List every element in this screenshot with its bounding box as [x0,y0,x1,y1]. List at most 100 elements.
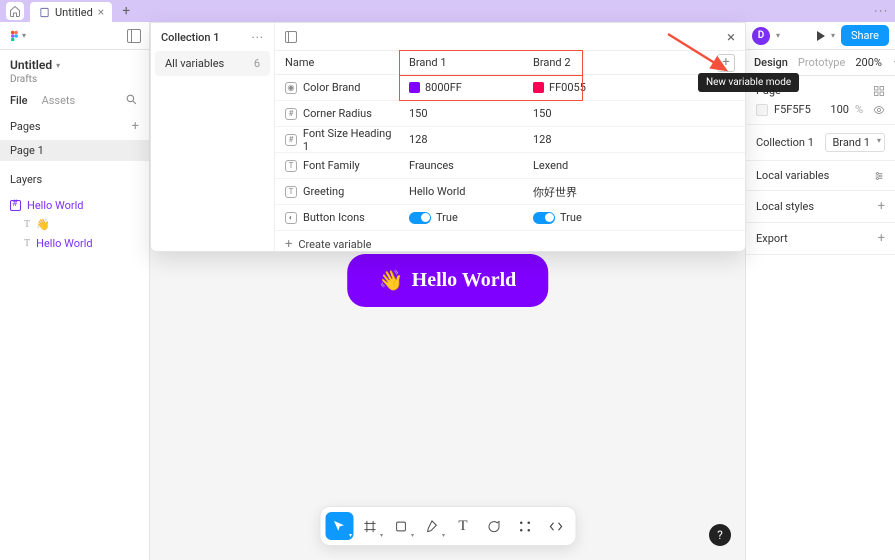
collection-name[interactable]: Collection 1 [161,31,219,44]
design-tab[interactable]: Design [754,56,788,69]
value-cell[interactable]: 128 [523,133,647,146]
value-cell[interactable]: Hello World [399,185,523,198]
value-cell[interactable]: FF0055 [523,81,647,94]
variable-row[interactable]: ◐Button IconsTrueTrue [275,205,745,231]
mode-select[interactable]: Brand 1 [825,133,885,152]
new-mode-button[interactable]: + [717,54,735,72]
variable-group[interactable]: All variables 6 [155,51,270,76]
text-tool[interactable]: T [449,512,477,540]
right-sidebar: D ▾ ▾ Share Design Prototype 200% ▾ Page… [745,22,895,560]
type-icon: # [285,134,297,146]
value-cell[interactable]: Lexend [523,159,647,172]
page-item[interactable]: Page 1 [0,140,149,161]
home-icon[interactable] [6,2,24,20]
chevron-down-icon[interactable]: ▾ [56,61,60,70]
value-text: Hello World [409,185,466,198]
move-tool[interactable]: ▾ [325,512,353,540]
hello-text: Hello World [412,269,517,292]
bottom-toolbar: ▾ ▾ ▾ ▾ T [319,506,576,546]
value-text: 128 [533,133,552,146]
layer-text[interactable]: T 👋 [0,215,149,234]
chevron-down-icon[interactable]: ▾ [831,31,835,40]
present-icon[interactable] [817,31,825,41]
bg-swatch[interactable] [756,104,768,116]
value-text: 150 [409,107,428,120]
close-tab-icon[interactable]: × [98,5,104,19]
value-cell[interactable]: 128 [399,133,523,146]
var-name: Greeting [303,185,344,198]
file-tab[interactable]: File [10,94,28,107]
zoom-level[interactable]: 200% [855,56,882,69]
title-bar: Untitled × + ··· [0,0,895,22]
boolean-toggle[interactable] [409,212,431,224]
new-tab-button[interactable]: + [122,3,130,19]
variables-panel: Collection 1 ··· All variables 6 × Name … [150,22,746,252]
value-text: 128 [409,133,428,146]
local-variables-label[interactable]: Local variables [756,169,829,182]
variable-row[interactable]: #Font Size Heading 1128128 [275,127,745,153]
color-swatch [533,82,544,93]
pages-heading[interactable]: Pages [10,120,41,133]
wave-emoji: 👋 [379,268,404,293]
styles-icon[interactable] [873,85,885,97]
layer-name: Hello World [27,199,84,212]
value-cell[interactable]: 150 [399,107,523,120]
figma-menu-icon[interactable] [8,29,22,43]
shape-tool[interactable]: ▾ [387,512,415,540]
search-icon[interactable] [125,93,139,107]
col-brand2[interactable]: Brand 2 [523,56,647,69]
visibility-icon[interactable] [873,104,885,116]
collection-menu-icon[interactable]: ··· [252,31,264,44]
sidebar-toggle-icon[interactable] [285,31,297,43]
comment-tool[interactable] [480,512,508,540]
type-icon: # [285,108,297,120]
type-icon: T [285,186,297,198]
layer-text[interactable]: T Hello World [0,234,149,253]
frame-tool[interactable]: ▾ [356,512,384,540]
chevron-down-icon[interactable]: ▾ [776,31,780,40]
boolean-toggle[interactable] [533,212,555,224]
hello-world-component[interactable]: 👋 Hello World [347,254,549,307]
help-button[interactable]: ? [709,524,731,546]
value-text: Lexend [533,159,568,172]
create-variable-button[interactable]: + Create variable [275,231,745,258]
value-cell[interactable]: 你好世界 [523,184,647,200]
var-name: Color Brand [303,81,360,94]
project-location[interactable]: Drafts [10,74,139,85]
pen-tool[interactable]: ▾ [418,512,446,540]
bg-opacity[interactable]: 100 [830,103,849,116]
project-title[interactable]: Untitled [10,58,52,72]
dev-mode-tool[interactable] [542,512,570,540]
prototype-tab[interactable]: Prototype [798,56,845,69]
bg-hex[interactable]: F5F5F5 [774,103,811,116]
variable-row[interactable]: #Corner Radius150150 [275,101,745,127]
add-style-icon[interactable]: + [878,199,885,214]
assets-tab[interactable]: Assets [42,94,76,107]
type-icon: ◐ [285,212,297,224]
panel-toggle-icon[interactable] [127,29,141,43]
value-cell[interactable]: True [523,211,647,224]
value-cell[interactable]: Fraunces [399,159,523,172]
local-styles-label[interactable]: Local styles [756,200,814,213]
chevron-down-icon[interactable]: ▾ [22,31,26,40]
user-avatar[interactable]: D [752,27,770,45]
value-cell[interactable]: 8000FF [399,81,523,94]
value-cell[interactable]: True [399,211,523,224]
variable-row[interactable]: ◉ Color Brand 8000FFFF0055 [275,75,745,101]
document-tab[interactable]: Untitled × [30,2,112,22]
variable-row[interactable]: T Greeting Hello World 你好世界 [275,179,745,205]
actions-tool[interactable] [511,512,539,540]
close-panel-icon[interactable]: × [727,28,735,46]
share-button[interactable]: Share [841,25,889,46]
export-label[interactable]: Export [756,232,788,245]
window-menu-icon[interactable]: ··· [874,5,889,18]
settings-icon[interactable] [873,170,885,182]
layer-frame[interactable]: Hello World [0,196,149,215]
color-swatch [409,82,420,93]
add-export-icon[interactable]: + [878,231,885,246]
add-page-icon[interactable]: + [132,119,139,134]
value-cell[interactable]: 150 [523,107,647,120]
variable-row[interactable]: TFont FamilyFrauncesLexend [275,153,745,179]
type-icon: ◉ [285,82,297,94]
col-brand1[interactable]: Brand 1 [399,56,523,69]
